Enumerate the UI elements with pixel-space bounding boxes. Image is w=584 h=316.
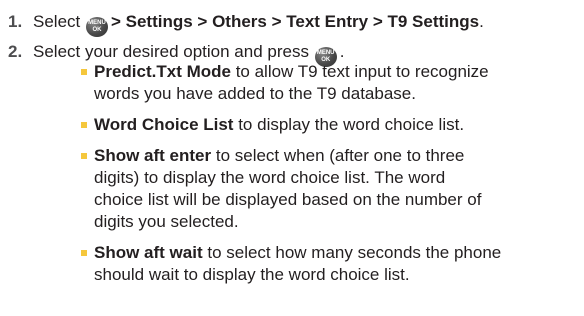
option-word-choice-list: Word Choice List to display the word cho… <box>64 114 580 136</box>
bullet-icon <box>81 122 87 128</box>
bullet-icon <box>81 153 87 159</box>
step-number: 1. <box>8 12 23 31</box>
step-1-suffix: . <box>479 12 484 31</box>
option-name: Word Choice List <box>94 115 234 134</box>
option-predict-txt-mode: Predict.Txt Mode to allow T9 text input … <box>64 61 580 105</box>
option-list: Predict.Txt Mode to allow T9 text input … <box>64 61 580 286</box>
option-text: Predict.Txt Mode to allow T9 text input … <box>94 61 580 105</box>
bullet-icon <box>81 250 87 256</box>
option-desc: should wait to display the word choice l… <box>94 265 410 284</box>
instructions-page: 1. Select MENU OK > Settings > Others > Te… <box>0 0 584 316</box>
option-desc: words you have added to the T9 database. <box>94 84 416 103</box>
option-desc: to select how many seconds the phone <box>202 243 502 262</box>
option-name: Show aft enter <box>94 146 212 165</box>
option-show-aft-enter: Show aft enter to select when (after one… <box>64 145 580 233</box>
step-1-prefix: Select <box>33 12 81 31</box>
option-desc: digits you selected. <box>94 212 239 231</box>
option-text: Show aft enter to select when (after one… <box>94 145 580 233</box>
step-2-suffix: . <box>339 42 345 61</box>
option-desc: digits) to display the word choice list.… <box>94 168 446 187</box>
step-1-text: Select MENU OK > Settings > Others > Text … <box>33 11 576 37</box>
bullet-icon <box>81 69 87 75</box>
option-text: Word Choice List to display the word cho… <box>94 114 580 136</box>
option-name: Predict.Txt Mode <box>94 62 231 81</box>
option-desc: choice list will be displayed based on t… <box>94 190 482 209</box>
option-text: Show aft wait to select how many seconds… <box>94 242 580 286</box>
option-desc: to display the word choice list. <box>233 115 465 134</box>
option-show-aft-wait: Show aft wait to select how many seconds… <box>64 242 580 286</box>
step-2-instruction: Select your desired option and press <box>33 42 309 61</box>
step-number: 2. <box>8 42 23 61</box>
option-name: Show aft wait <box>94 243 203 262</box>
menu-ok-key-icon: MENU OK <box>85 17 108 37</box>
option-desc: to allow T9 text input to recognize <box>230 62 489 81</box>
menu-path: > Settings > Others > Text Entry > T9 Se… <box>110 12 480 31</box>
option-desc: to select when (after one to three <box>211 146 465 165</box>
